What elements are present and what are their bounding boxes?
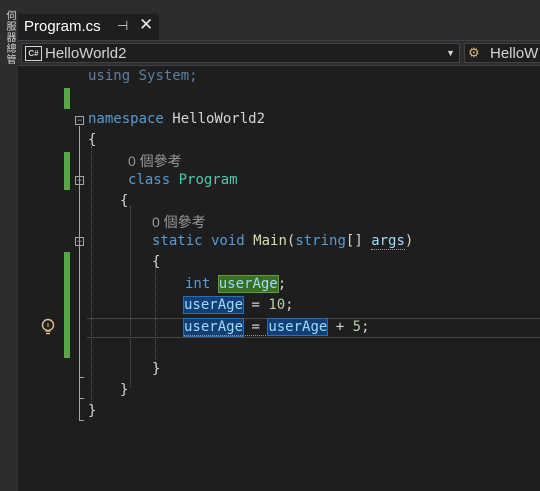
brace: { [152,254,161,270]
brace: } [120,382,129,398]
operator: + [327,319,353,335]
variable-highlight: userAge [182,318,245,337]
number-literal: 10 [268,297,286,313]
tab-title[interactable]: Program.cs [24,18,101,35]
namespace-ref: System; [130,68,198,84]
declaration-line: int userAge; [185,275,286,293]
fold-end [79,420,84,421]
type-dropdown[interactable]: ⚙ HelloW [464,43,540,63]
type-name: HelloW [490,45,539,62]
number-literal: 5 [352,319,362,335]
brace: { [120,193,129,209]
keyword: class [128,172,171,188]
codelens-references[interactable]: 0 個參考 [152,212,206,232]
indent-guide [155,266,156,366]
brace: { [88,132,97,148]
brace: } [88,403,97,419]
server-explorer-label[interactable]: 伺服器總管 [3,10,15,65]
brace: } [152,361,161,377]
tab-program-cs[interactable]: Program.cs ⊣ ✕ [18,12,159,40]
keyword: string [295,233,346,249]
project-dropdown[interactable]: C# HelloWorld2 ▼ [21,43,460,63]
fold-end [79,377,84,378]
method-line: static void Main(string[] args) [152,232,413,250]
keyword: void [202,233,254,249]
collapse-class-icon[interactable]: − [75,176,84,185]
change-marker [64,88,70,109]
keyword: static [152,233,203,249]
using-line: using System; [88,67,198,85]
lightbulb-icon[interactable] [40,318,56,336]
punctuation: ; [361,319,370,335]
code-editor[interactable]: − − − using System; namespace HelloWorld… [18,66,540,491]
tab-bar: Program.cs ⊣ ✕ [18,0,540,40]
server-explorer-panel[interactable]: 伺服器總管 [0,0,19,491]
operator: = [243,319,269,336]
fold-line [79,126,80,420]
punctuation: ; [277,276,287,292]
keyword: int [185,276,211,292]
csharp-project-icon: C# [25,46,42,61]
assignment-line: userAge = 10; [182,296,294,314]
punctuation: [] [345,233,372,249]
punctuation: ) [404,233,414,249]
punctuation: ; [285,297,294,313]
change-marker [64,152,70,190]
variable-highlight: userAge [182,296,245,314]
class-line: class Program [128,171,238,189]
indent-guide [91,146,92,408]
collapse-method-icon[interactable]: − [75,237,84,246]
variable-highlight: userAge [267,318,329,336]
namespace-name: HelloWorld2 [163,111,266,127]
class-icon: ⚙ [468,45,480,60]
operator: = [243,297,269,313]
fold-end [79,398,84,399]
indent-guide [130,206,131,388]
variable-highlight: userAge [217,275,279,293]
pin-icon[interactable]: ⊣ [117,18,128,34]
parameter: args [371,233,405,250]
change-marker [64,252,70,358]
chevron-down-icon[interactable]: ▼ [446,48,455,58]
namespace-line: namespace HelloWorld2 [88,110,265,128]
keyword: using [88,68,131,84]
collapse-namespace-icon[interactable]: − [75,116,84,125]
codelens-references[interactable]: 0 個參考 [128,151,182,171]
close-icon[interactable]: ✕ [139,15,153,35]
method-name: Main [253,233,287,249]
navigation-bar: C# HelloWorld2 ▼ ⚙ HelloW [18,40,540,66]
assignment-line-current: userAge = userAge + 5; [182,318,370,337]
class-name: Program [170,172,238,188]
project-name: HelloWorld2 [45,45,127,62]
keyword: namespace [88,111,164,127]
